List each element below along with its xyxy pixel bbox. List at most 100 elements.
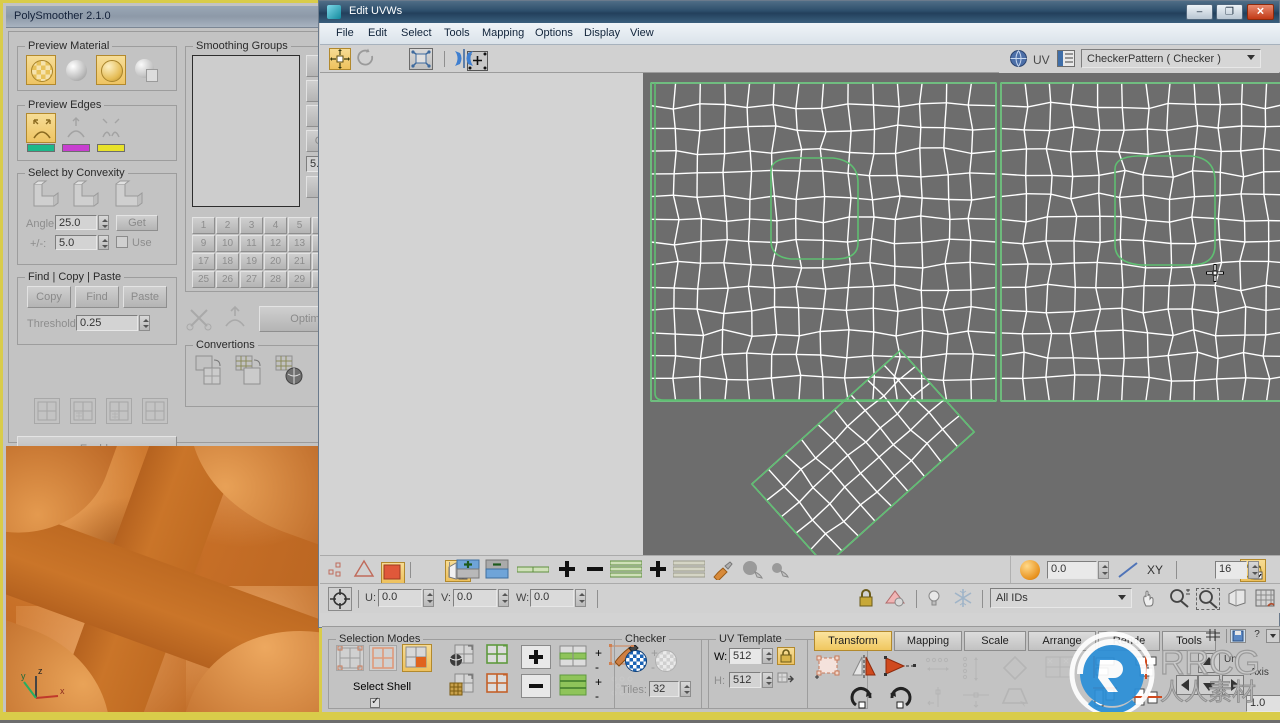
freeform-gizmo-icon[interactable] — [814, 655, 846, 681]
cut-icon[interactable] — [185, 304, 215, 334]
filter-faces-icon[interactable] — [884, 588, 910, 610]
flip-h-icon[interactable] — [884, 655, 918, 681]
scale-tool-button[interactable] — [409, 48, 433, 70]
smoothing-group-12[interactable]: 12 — [264, 235, 287, 252]
falloff-spinner[interactable] — [1098, 561, 1109, 579]
smoothing-group-11[interactable]: 11 — [240, 235, 263, 252]
menu-select[interactable]: Select — [395, 27, 438, 39]
add-to-selection-icon[interactable] — [557, 559, 579, 581]
select-by-smoothing-button[interactable] — [484, 644, 514, 670]
shrink-selection-button[interactable] — [521, 674, 551, 698]
convexity-both-button[interactable] — [110, 180, 144, 210]
angle-value[interactable]: 25.0 — [55, 215, 97, 230]
smoothing-group-17[interactable]: 17 — [192, 253, 215, 270]
face-sub-icon[interactable] — [381, 562, 405, 584]
menu-file[interactable]: File — [330, 27, 360, 39]
select-by-angle-button[interactable] — [484, 673, 514, 699]
w-value[interactable]: 0.0 — [530, 589, 574, 607]
v-value[interactable]: 0.0 — [453, 589, 497, 607]
lock-icon[interactable] — [856, 588, 878, 610]
uv-w-value[interactable]: 512 — [729, 648, 761, 664]
smoothing-group-19[interactable]: 19 — [240, 253, 263, 270]
expand-selection-icon[interactable] — [610, 560, 644, 580]
menu-display[interactable]: Display — [578, 27, 626, 39]
smoothing-group-1[interactable]: 1 — [192, 217, 215, 234]
checker-off-icon[interactable] — [655, 650, 677, 672]
copy-button[interactable]: Copy — [27, 286, 71, 308]
convexity-convex-button[interactable] — [68, 180, 100, 210]
rotate-cw-icon[interactable] — [850, 685, 880, 711]
preview-material-gold-sphere-button[interactable] — [96, 55, 126, 85]
move-tool-button[interactable] — [329, 48, 351, 70]
loop-uv-h-button[interactable] — [559, 645, 589, 669]
snowflake-icon[interactable] — [952, 588, 976, 610]
edge-color-swatch-green[interactable] — [27, 144, 55, 152]
minus-label-2[interactable]: - — [595, 689, 599, 703]
uv-w-spinner[interactable] — [762, 648, 773, 664]
smoothing-group-9[interactable]: 9 — [192, 235, 215, 252]
maximize-button[interactable]: ❐ — [1216, 4, 1243, 20]
edge-color-swatch-yellow[interactable] — [97, 144, 125, 152]
u-spinner[interactable] — [423, 589, 434, 607]
smoothing-group-3[interactable]: 3 — [240, 217, 263, 234]
tolerance-value[interactable]: 5.0 — [55, 235, 97, 250]
face-mode-button[interactable] — [402, 644, 432, 672]
smoothing-group-20[interactable]: 20 — [264, 253, 287, 270]
edge-color-swatch-magenta[interactable] — [62, 144, 90, 152]
select-shell-checkbox[interactable] — [370, 698, 380, 708]
preview-edge-two-button[interactable] — [96, 113, 126, 143]
v-spinner[interactable] — [498, 589, 509, 607]
get-button[interactable]: Get — [116, 215, 158, 231]
menu-mapping[interactable]: Mapping — [476, 27, 530, 39]
uv-edit-canvas[interactable] — [643, 73, 1280, 555]
smoothing-group-21[interactable]: 21 — [288, 253, 311, 270]
convert-checker-icon[interactable] — [274, 354, 308, 388]
preview-edge-up-button[interactable] — [61, 113, 91, 143]
zoom-region-icon[interactable] — [1196, 588, 1220, 610]
menu-view[interactable]: View — [624, 27, 660, 39]
3d-viewport[interactable]: z x y — [6, 446, 322, 720]
convert-faces-icon[interactable] — [194, 354, 228, 388]
align-pivot-center-icon[interactable] — [960, 685, 994, 711]
soft-select-large-icon[interactable] — [740, 559, 766, 583]
smoothing-groups-list[interactable] — [192, 55, 300, 207]
align-trapezoid-icon[interactable] — [1000, 685, 1032, 711]
space-vertical-icon[interactable] — [960, 655, 990, 685]
tiles-spinner[interactable] — [680, 681, 691, 697]
zoom-icon[interactable] — [1168, 588, 1192, 610]
preview-edge-both-button[interactable] — [26, 113, 56, 143]
grid-button-1[interactable] — [34, 398, 60, 424]
angle-spinner[interactable] — [98, 215, 109, 230]
threshold-spinner[interactable] — [139, 315, 150, 331]
threshold-value[interactable]: 0.25 — [76, 315, 138, 331]
map-dropdown[interactable]: CheckerPattern ( Checker ) — [1081, 49, 1261, 68]
smoothing-group-4[interactable]: 4 — [264, 217, 287, 234]
globe-icon[interactable] — [1009, 49, 1029, 69]
grid-value[interactable]: 16 — [1215, 561, 1247, 579]
smoothing-group-2[interactable]: 2 — [216, 217, 239, 234]
mirror-tool-button[interactable] — [452, 48, 478, 70]
select-element-button[interactable] — [449, 673, 479, 699]
smoothing-group-10[interactable]: 10 — [216, 235, 239, 252]
checker-on-icon[interactable] — [625, 650, 647, 672]
weld-up-icon[interactable] — [221, 304, 251, 334]
list-icon[interactable] — [1057, 50, 1075, 67]
grid-snap-icon[interactable] — [517, 564, 551, 576]
align-diamond-icon[interactable] — [1000, 655, 1032, 683]
uv-h-value[interactable]: 512 — [729, 672, 761, 688]
zoom-extents-selected-icon[interactable] — [1254, 588, 1278, 610]
show-map-icon[interactable] — [485, 559, 511, 581]
grow-selection-button[interactable] — [521, 645, 551, 669]
preview-material-list-sphere-button[interactable] — [131, 55, 161, 85]
plus-label-1[interactable]: + — [595, 646, 602, 660]
optimize-button[interactable]: Optimize — [259, 306, 322, 332]
menu-edit[interactable]: Edit — [362, 27, 393, 39]
shrink-selection-icon[interactable] — [673, 560, 707, 580]
paint-select-icon[interactable] — [712, 560, 736, 582]
rotate-tool-button[interactable] — [356, 48, 378, 70]
minimize-button[interactable]: – — [1186, 4, 1213, 20]
tab-mapping[interactable]: Mapping — [894, 631, 962, 651]
ring-uv-v-button[interactable] — [559, 674, 589, 698]
edge-sub-icon[interactable] — [353, 559, 377, 581]
smoothing-group-27[interactable]: 27 — [240, 271, 263, 288]
